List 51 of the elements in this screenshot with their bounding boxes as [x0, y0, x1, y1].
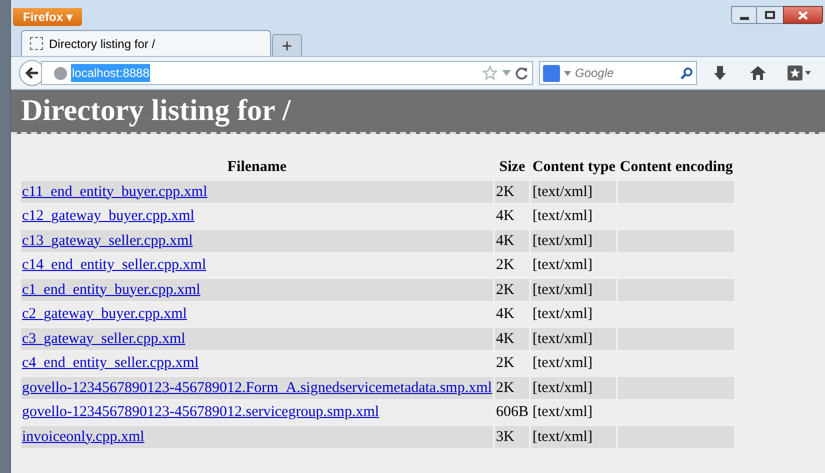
file-link[interactable]: invoiceonly.cpp.xml — [22, 428, 144, 444]
table-cell: [text/xml] — [531, 180, 616, 203]
download-icon[interactable] — [713, 65, 727, 81]
table-cell: 4K — [494, 328, 530, 350]
file-link[interactable]: c12_gateway_buyer.cpp.xml — [22, 208, 194, 224]
minimize-button[interactable] — [731, 6, 757, 24]
file-link[interactable]: c4_end_entity_seller.cpp.xml — [22, 355, 199, 371]
star-icon[interactable] — [482, 65, 498, 81]
close-icon — [798, 10, 808, 20]
file-link[interactable]: c3_gateway_seller.cpp.xml — [22, 330, 186, 346]
table-cell: 2K — [494, 376, 530, 399]
page-heading: Directory listing for / — [21, 96, 291, 126]
dropdown-arrow-icon[interactable] — [564, 70, 571, 76]
file-link[interactable]: c13_gateway_seller.cpp.xml — [22, 232, 193, 248]
globe-icon — [54, 66, 67, 80]
search-engine-icon[interactable] — [543, 64, 560, 82]
page-icon — [30, 37, 43, 50]
search-input[interactable]: Google — [575, 64, 676, 82]
file-link[interactable]: c1_end_entity_buyer.cpp.xml — [22, 282, 200, 298]
table-cell: [text/xml] — [531, 328, 616, 350]
column-header: Content encoding — [618, 158, 734, 177]
search-field[interactable]: Google — [539, 61, 697, 85]
maximize-icon — [765, 11, 775, 19]
browser-tab[interactable]: Directory listing for / — [21, 30, 271, 56]
file-link[interactable]: c14_end_entity_seller.cpp.xml — [22, 257, 206, 273]
home-icon[interactable] — [749, 65, 767, 81]
new-tab-button[interactable]: + — [272, 34, 302, 56]
table-cell: [text/xml] — [531, 376, 616, 399]
table-cell: [text/xml] — [531, 426, 616, 448]
maximize-button[interactable] — [757, 6, 783, 24]
column-header: Filename — [226, 158, 288, 177]
reload-icon[interactable] — [515, 66, 528, 80]
minimize-icon — [740, 16, 748, 20]
column-header: Content type — [531, 158, 616, 177]
back-arrow-icon — [25, 67, 39, 79]
file-link[interactable]: govello-1234567890123-456789012.Form_A.signedservicemetadata.smp.xml — [22, 380, 492, 396]
file-link[interactable]: c11_end_entity_buyer.cpp.xml — [22, 184, 208, 200]
column-header: Size — [498, 158, 526, 177]
file-link[interactable]: c2_gateway_buyer.cpp.xml — [22, 306, 187, 322]
table-cell: 2K — [494, 180, 530, 203]
table-cell: 3K — [494, 426, 530, 448]
table-cell: [text/xml] — [531, 278, 616, 301]
search-icon[interactable] — [680, 66, 693, 80]
address-text: localhost:8888 — [71, 64, 150, 82]
bookmarks-icon[interactable] — [787, 65, 811, 81]
table-cell: 4K — [494, 230, 530, 252]
close-button[interactable] — [783, 6, 823, 24]
table-cell: [text/xml] — [531, 230, 616, 252]
tab-title: Directory listing for / — [49, 36, 156, 52]
file-link[interactable]: govello-1234567890123-456789012.servicegroup.smp.xml — [22, 404, 380, 420]
table-cell: 2K — [494, 278, 530, 301]
